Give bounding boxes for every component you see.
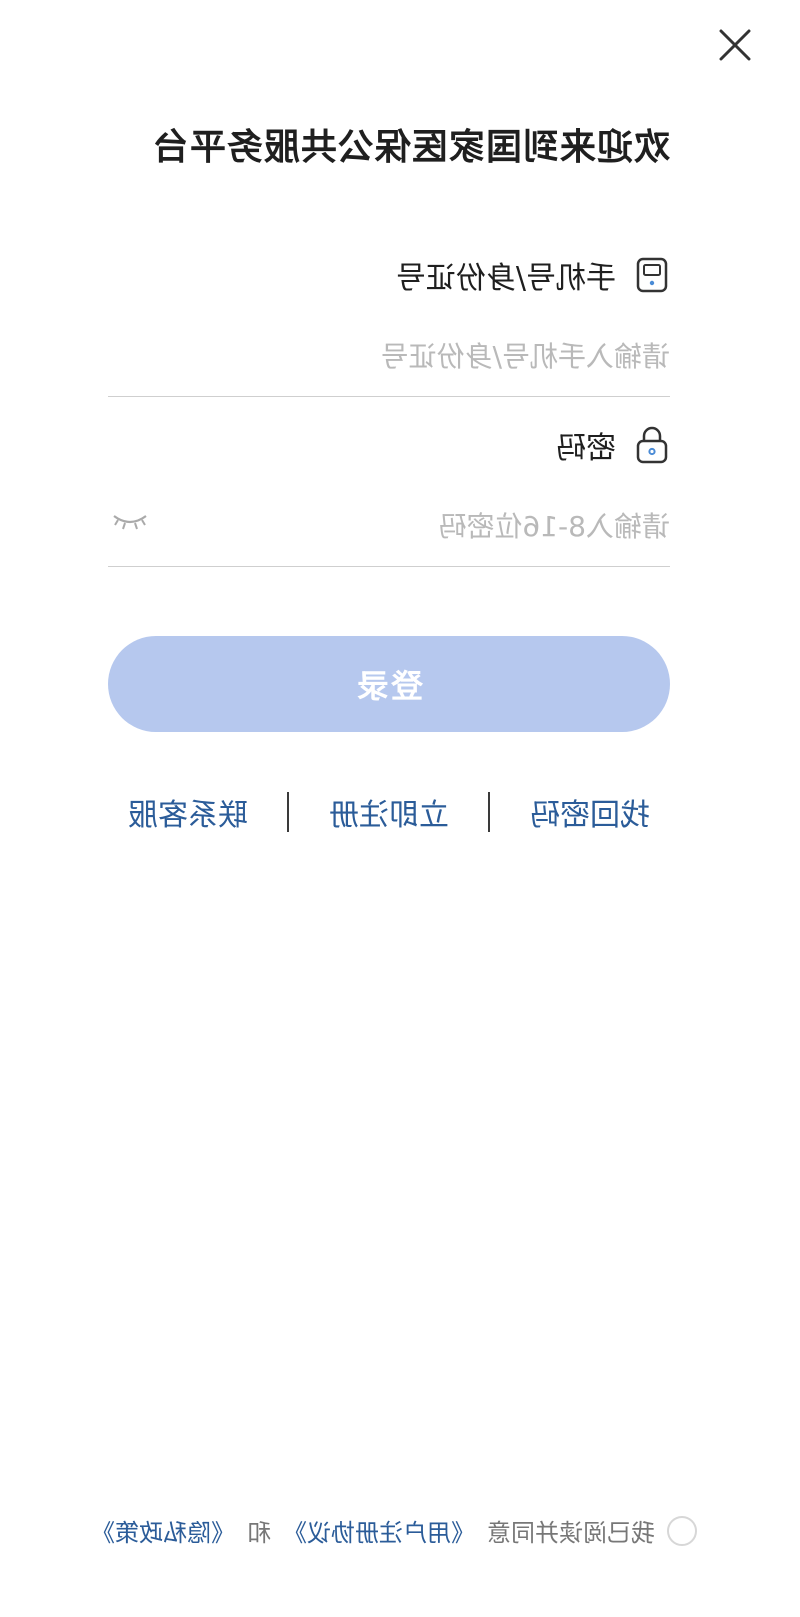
account-label: 手机号/身份证号	[395, 261, 616, 296]
close-icon	[719, 29, 751, 61]
agreement-prefix: 我已阅读并同意	[487, 1519, 655, 1547]
mirrored-content: 欢迎来到国家医保公共服务平台 手机号/身份证号 请输入手机号/身份证号 密码 登…	[0, 0, 800, 1617]
password-field-wrap	[108, 486, 670, 567]
link-divider	[287, 792, 290, 832]
password-label: 密码	[556, 431, 616, 466]
login-button[interactable]: 登录	[108, 636, 670, 732]
password-input[interactable]	[108, 486, 670, 566]
account-input[interactable]	[108, 316, 670, 396]
password-visibility-toggle[interactable]	[110, 508, 150, 538]
privacy-policy-link[interactable]: 《隐私政策》	[91, 1513, 235, 1548]
agreement-row: 我已阅读并同意 《用户注册协议》 和 《隐私政策》	[91, 1513, 697, 1548]
account-label-row: 手机号/身份证号	[396, 253, 670, 297]
password-label-row: 密码	[556, 423, 670, 467]
phone-icon	[634, 257, 670, 293]
eye-closed-icon	[113, 515, 147, 530]
contact-service-link[interactable]: 联系客服	[128, 790, 248, 834]
register-link[interactable]: 立即注册	[329, 790, 449, 834]
close-button[interactable]	[710, 20, 760, 70]
auxiliary-links: 找回密码 立即注册 联系客服	[108, 790, 670, 834]
lock-icon	[634, 426, 670, 464]
user-agreement-link[interactable]: 《用户注册协议》	[283, 1513, 475, 1548]
account-field-wrap	[108, 316, 670, 397]
agreement-and: 和	[247, 1519, 271, 1547]
forgot-password-link[interactable]: 找回密码	[530, 790, 650, 834]
agreement-checkbox[interactable]	[667, 1515, 697, 1546]
page-title: 欢迎来到国家医保公共服务平台	[151, 127, 670, 168]
login-page: 欢迎来到国家医保公共服务平台 手机号/身份证号 请输入手机号/身份证号 密码 登…	[0, 0, 800, 1617]
link-divider	[488, 792, 491, 832]
